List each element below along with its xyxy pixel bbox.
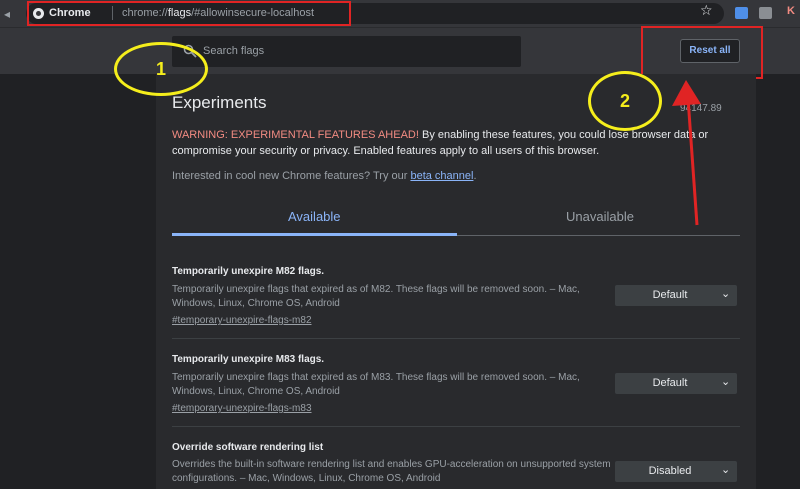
search-input[interactable]: Search flags [203,45,264,57]
annotation-circle-2: 2 [588,71,662,131]
flag-select-value: Default [652,289,688,301]
flag-title: Temporarily unexpire M83 flags. [172,354,325,365]
annotation-circle-1: 1 [114,42,208,96]
flag-divider [172,338,740,339]
page-title: Experiments [172,93,267,112]
flag-select[interactable]: Disabled ⌄ [615,461,737,482]
chevron-down-icon: ⌄ [721,376,731,388]
flag-select-value: Disabled [648,465,692,477]
extension-icon-2[interactable] [759,7,772,19]
flag-title: Temporarily unexpire M82 flags. [172,266,325,277]
beta-info-end: . [473,170,477,182]
flag-link[interactable]: #temporary-unexpire-flags-m82 [172,315,312,326]
flag-description: Temporarily unexpire flags that expired … [172,284,580,309]
url-highlight-box [27,1,351,26]
warning-prefix: WARNING: EXPERIMENTAL FEATURES AHEAD! [172,129,419,141]
flag-select[interactable]: Default ⌄ [615,285,737,306]
flag-description: Overrides the built-in software renderin… [172,459,611,484]
flag-description: Temporarily unexpire flags that expired … [172,372,580,397]
extension-icon[interactable] [735,7,748,19]
beta-info-text: Interested in cool new Chrome features? … [172,170,411,182]
tab-available[interactable]: Available [288,209,341,224]
flag-title: Override software rendering list [172,442,324,453]
active-tab-indicator [172,233,457,236]
tab-unavailable[interactable]: Unavailable [566,209,634,224]
chevron-down-icon: ⌄ [721,288,731,300]
beta-channel-link[interactable]: beta channel [410,170,473,182]
warning-text: WARNING: EXPERIMENTAL FEATURES AHEAD! By… [172,127,732,159]
chevron-down-icon: ⌄ [721,464,731,476]
profile-icon[interactable]: K [787,5,795,17]
bookmark-star-icon[interactable]: ☆ [700,2,713,19]
flag-link[interactable]: #temporary-unexpire-flags-m83 [172,403,312,414]
flag-select-value: Default [652,377,688,389]
flag-select[interactable]: Default ⌄ [615,373,737,394]
reset-highlight-box [641,26,763,79]
flag-divider [172,426,740,427]
beta-info: Interested in cool new Chrome features? … [172,170,477,182]
nav-arrow-icon[interactable]: ◂ [4,7,22,21]
version-label: 94147.89 [680,103,722,114]
